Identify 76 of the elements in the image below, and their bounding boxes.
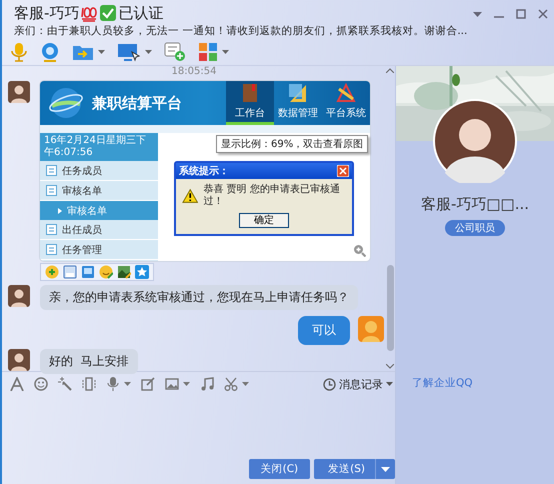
avatar-icon[interactable] (8, 285, 30, 307)
caret-icon[interactable] (183, 382, 190, 386)
warning-icon (182, 188, 198, 204)
microphone-icon[interactable] (106, 377, 120, 391)
tools-icon (336, 83, 356, 103)
webcam-icon[interactable] (40, 42, 60, 62)
caret-icon[interactable] (98, 50, 105, 54)
maximize-icon[interactable] (516, 9, 526, 19)
chevron-down-icon[interactable] (386, 364, 394, 369)
verified-label: 已认证 (118, 4, 164, 22)
send-options-button[interactable] (375, 459, 395, 479)
monitor-icon[interactable] (117, 42, 141, 62)
emoji-add-icon[interactable] (45, 265, 59, 279)
close-icon[interactable] (538, 9, 548, 19)
scissors-icon[interactable] (224, 377, 238, 391)
list-icon (46, 224, 57, 235)
caret-icon (386, 382, 393, 386)
edit-icon[interactable] (141, 377, 155, 391)
close-button[interactable]: 关闭(C) (248, 459, 310, 479)
caret-icon[interactable] (222, 50, 229, 54)
caret-icon[interactable] (473, 12, 482, 16)
nav-item[interactable]: 出任成员 (40, 220, 158, 240)
zoom-in-icon[interactable] (353, 244, 366, 257)
microphone-icon[interactable] (10, 42, 28, 62)
chat-add-icon[interactable] (164, 42, 186, 62)
caret-icon[interactable] (145, 50, 152, 54)
list-icon (46, 165, 57, 176)
message-bubble: 亲，您的申请表系统审核通过，您现在马上申请任务吗？ (40, 285, 358, 310)
caret-icon[interactable] (242, 382, 249, 386)
caret-icon (381, 466, 390, 472)
date-label: 16年2月24日星期三下午6:07:56 (40, 133, 158, 161)
ok-button[interactable]: 确定 (239, 213, 289, 228)
caret-icon[interactable] (124, 382, 131, 386)
app-tab[interactable]: 数据管理 (274, 81, 322, 125)
apps-icon[interactable] (198, 42, 218, 62)
app-tab[interactable]: 平台系统 (322, 81, 370, 125)
send-button[interactable]: 发送(S) (314, 459, 375, 479)
hundred-icon (80, 4, 98, 22)
history-button[interactable]: 消息记录 (323, 376, 393, 392)
profile-name: 客服-巧巧□□... (420, 195, 530, 214)
app-title: 兼职结算平台 (92, 94, 182, 112)
status-notice: 亲们：由于兼职人员较多，无法一 一通知！请收到返款的朋友们，抓紧联系我核对。谢谢合... (14, 24, 468, 38)
app-tab[interactable]: 工作台 (226, 81, 274, 125)
timestamp: 18:05:54 (170, 66, 218, 77)
list-icon (46, 185, 57, 196)
magic-wand-icon[interactable] (58, 377, 72, 391)
image-icon[interactable] (165, 377, 179, 391)
book-icon (240, 83, 260, 103)
dialog-title: 系统提示： (179, 164, 229, 178)
smiley-edit-icon[interactable] (99, 265, 113, 279)
music-icon[interactable] (200, 377, 214, 391)
dialog-message: 恭喜 贾明 您的申请表已审核通过！ (203, 184, 341, 208)
ruler-icon (288, 83, 308, 103)
avatar-icon[interactable] (8, 81, 30, 103)
clock-icon (323, 378, 336, 390)
tooltip: 显示比例：69%，双击查看原图 (216, 135, 368, 153)
chevron-up-icon[interactable] (386, 68, 394, 73)
message-bubble: 好的 马上安排 (40, 349, 138, 374)
list-icon (46, 244, 57, 255)
globe-logo-icon (48, 86, 84, 120)
image-edit-icon[interactable] (117, 265, 131, 279)
star-icon[interactable] (135, 265, 149, 279)
smiley-icon[interactable] (34, 377, 48, 391)
role-badge: 公司职员 (445, 220, 505, 236)
vibrate-icon[interactable] (82, 377, 96, 391)
check-icon (99, 4, 118, 22)
avatar-icon[interactable] (8, 349, 30, 371)
save-icon[interactable] (63, 265, 77, 279)
nav-item[interactable]: 任务管理 (40, 240, 158, 260)
nav-item[interactable]: 任务成员 (40, 161, 158, 181)
triangle-icon (58, 208, 62, 214)
scroll-thumb[interactable] (386, 265, 394, 351)
font-icon[interactable] (10, 377, 24, 391)
contact-name: 客服-巧巧 (14, 4, 80, 22)
message-bubble: 可以 (298, 316, 350, 345)
screen-icon[interactable] (81, 265, 95, 279)
